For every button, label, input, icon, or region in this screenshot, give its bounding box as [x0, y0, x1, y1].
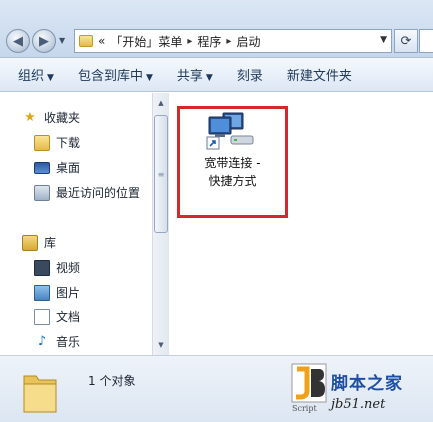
folder-icon	[79, 35, 93, 47]
nav-item-desktop[interactable]: 桌面	[34, 159, 80, 176]
network-connection-icon	[206, 112, 254, 150]
scroll-up-icon[interactable]: ▲	[153, 95, 169, 111]
logo-script-text: Script	[292, 404, 317, 413]
search-input[interactable]	[419, 29, 433, 53]
organize-menu[interactable]: 组织 ▼	[18, 65, 54, 84]
back-arrow-icon: ◀	[13, 33, 23, 49]
desktop-icon	[34, 161, 50, 174]
nav-item-music[interactable]: ♪ 音乐	[34, 333, 80, 350]
breadcrumb-programs[interactable]: 程序	[197, 33, 221, 50]
forward-arrow-icon: ▶	[39, 33, 49, 49]
file-name[interactable]: 宽带连接 - 快捷方式	[177, 154, 288, 190]
nav-item-label: 收藏夹	[44, 111, 81, 125]
include-in-library-menu[interactable]: 包含到库中 ▼	[78, 65, 153, 84]
folder-icon	[23, 375, 57, 413]
breadcrumb-separator[interactable]: ▸	[187, 36, 192, 47]
watermark-name: 脚本之家	[331, 374, 403, 394]
nav-pane-scrollbar[interactable]: ▲ ≡ ▼	[152, 93, 169, 355]
nav-item-downloads[interactable]: 下载	[34, 134, 80, 151]
broadband-shortcut-icon[interactable]	[203, 111, 263, 151]
nav-item-recent-places[interactable]: 最近访问的位置	[34, 184, 140, 201]
file-list: 宽带连接 - 快捷方式	[169, 93, 433, 355]
music-note-icon: ♪	[37, 334, 47, 349]
address-region: ◀ ▶ ▼ « 「开始」菜单 ▸ 程序 ▸ 启动 ▼ ⟳	[0, 0, 433, 58]
file-name-line: 宽带连接 -	[204, 156, 261, 170]
organize-label: 组织	[18, 69, 45, 84]
refresh-button[interactable]: ⟳	[394, 29, 418, 53]
download-folder-icon	[34, 134, 50, 151]
address-bar[interactable]: « 「开始」菜单 ▸ 程序 ▸ 启动 ▼	[74, 29, 392, 53]
share-label: 共享	[176, 69, 203, 84]
watermark: Script 脚本之家 jb51.net	[291, 363, 433, 421]
breadcrumb-overflow[interactable]: «	[98, 34, 105, 48]
command-bar: 组织 ▼ 包含到库中 ▼ 共享 ▼ 刻录 新建文件夹	[0, 58, 433, 92]
breadcrumb-separator[interactable]: ▸	[226, 36, 231, 47]
recent-pages-dropdown-icon[interactable]: ▼	[59, 36, 65, 45]
nav-item-pictures[interactable]: 图片	[34, 284, 80, 301]
nav-item-label: 文档	[56, 310, 81, 324]
scroll-down-icon[interactable]: ▼	[153, 337, 169, 353]
jb-logo-icon	[291, 363, 327, 403]
file-name-line: 快捷方式	[208, 174, 257, 188]
nav-item-label: 最近访问的位置	[56, 186, 141, 200]
nav-item-label: 库	[44, 236, 57, 250]
include-in-library-label: 包含到库中	[77, 69, 143, 84]
new-folder-button[interactable]: 新建文件夹	[287, 65, 352, 84]
burn-button[interactable]: 刻录	[237, 65, 263, 84]
documents-library-icon	[34, 308, 50, 325]
share-menu[interactable]: 共享 ▼	[177, 65, 213, 84]
nav-item-favorites[interactable]: ★ 收藏夹	[22, 109, 80, 126]
breadcrumb-start-menu[interactable]: 「开始」菜单	[110, 33, 182, 50]
star-icon: ★	[24, 110, 36, 125]
watermark-url: jb51.net	[331, 397, 386, 412]
chevron-down-icon: ▼	[47, 73, 54, 83]
chevron-down-icon: ▼	[205, 73, 213, 83]
address-dropdown-icon[interactable]: ▼	[380, 35, 387, 45]
item-count: 1 个对象	[88, 374, 136, 388]
forward-button[interactable]: ▶	[32, 29, 56, 53]
breadcrumb-startup[interactable]: 启动	[236, 33, 260, 50]
nav-item-label: 下载	[56, 136, 81, 150]
nav-item-label: 桌面	[56, 161, 81, 175]
nav-item-videos[interactable]: 视频	[34, 259, 80, 276]
nav-item-label: 图片	[56, 286, 81, 300]
grip-icon: ≡	[157, 169, 165, 179]
scrollbar-thumb[interactable]: ≡	[154, 115, 168, 233]
recent-places-icon	[34, 184, 50, 201]
nav-item-libraries[interactable]: 库	[22, 234, 56, 251]
library-icon	[22, 234, 38, 251]
navigation-pane: ★ 收藏夹 下载 桌面 最近访问的位置 库 视频 图片 文档 ♪ 音乐	[0, 93, 152, 355]
back-button[interactable]: ◀	[6, 29, 30, 53]
video-library-icon	[34, 259, 50, 276]
pictures-library-icon	[34, 284, 50, 301]
nav-item-label: 音乐	[56, 335, 81, 349]
nav-item-label: 视频	[56, 261, 81, 275]
chevron-down-icon: ▼	[145, 73, 153, 83]
refresh-icon: ⟳	[400, 33, 412, 49]
nav-item-documents[interactable]: 文档	[34, 308, 80, 325]
